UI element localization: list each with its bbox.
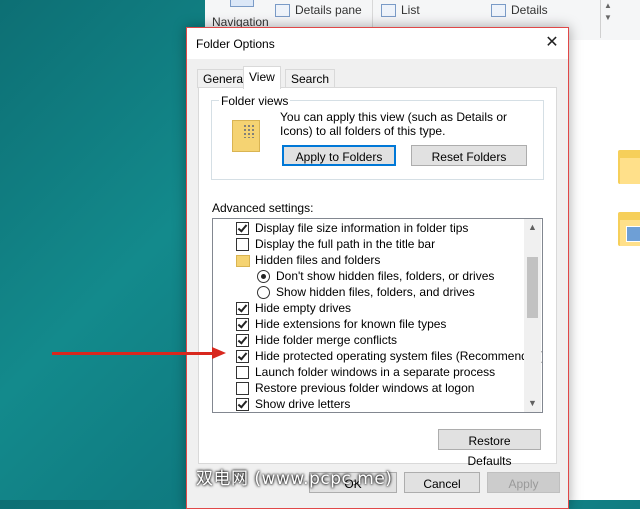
advanced-setting-label: Hidden files and folders [255,253,381,267]
advanced-setting-label: Hide extensions for known file types [255,317,447,331]
dialog-title: Folder Options [196,37,275,51]
scroll-down-icon[interactable]: ▼ [524,395,541,412]
details-pane-button[interactable]: Details pane [275,3,362,17]
checkbox-checked[interactable] [236,302,249,315]
details-view-label: Details [511,3,548,17]
advanced-setting-label: Don't show hidden files, folders, or dri… [276,269,495,283]
advanced-setting-label: Hide empty drives [255,301,352,315]
apply-button[interactable]: Apply [487,472,560,493]
details-pane-label: Details pane [295,3,362,17]
chevron-up-icon: ▲ [604,1,612,10]
restore-defaults-button[interactable]: Restore Defaults [438,429,541,468]
advanced-setting-label: Show hidden files, folders, and drives [276,285,475,299]
checkbox-checked[interactable] [236,222,249,235]
advanced-settings-label: Advanced settings: [212,201,314,215]
tab-search[interactable]: Search [285,69,336,88]
details-pane-icon [275,3,290,17]
watermark-text: 双电网 (www.pcpc.me) [196,469,393,489]
details-view-button[interactable]: Details [491,3,548,17]
list-icon [381,3,396,17]
advanced-setting-label: Hide folder merge conflicts [255,333,398,347]
advanced-setting-label: Display the full path in the title bar [255,237,436,251]
advanced-setting-label: Restore previous folder windows at logon [255,381,475,395]
radio-unselected[interactable] [257,286,270,299]
advanced-settings-scrollbar[interactable]: ▲ ▼ [524,219,541,412]
tab-view[interactable]: View [243,66,281,89]
checkbox-checked[interactable] [236,398,249,411]
details-icon [491,3,506,17]
explorer-content-area [567,40,640,500]
advanced-setting-label: Show drive letters [255,397,351,411]
annotation-arrow [52,352,214,355]
checkbox-unchecked[interactable] [236,366,249,379]
close-icon[interactable]: ✕ [541,32,563,54]
list-view-button[interactable]: List [381,3,420,17]
list-view-label: List [401,3,420,17]
pictures-folder-icon[interactable] [618,212,640,246]
folder-views-icon [232,120,260,152]
advanced-setting-label: Hide protected operating system files (R… [255,349,543,363]
cancel-button[interactable]: Cancel [404,472,480,493]
scroll-up-icon[interactable]: ▲ [524,219,541,236]
checkbox-unchecked[interactable] [236,238,249,251]
scrollbar-thumb[interactable] [527,257,538,318]
reset-folders-button[interactable]: Reset Folders [411,145,527,166]
folder-views-legend: Folder views [219,94,291,108]
checkbox-checked[interactable] [236,318,249,331]
radio-selected[interactable] [257,270,270,283]
chevron-down-icon: ▼ [604,13,612,22]
dialog-titlebar[interactable]: Folder Options ✕ [187,28,568,59]
folder-icon [236,255,250,267]
advanced-setting-label: Display file size information in folder … [255,221,469,235]
ribbon-layout-scroller[interactable]: ▲ ▼ [600,0,615,38]
navigation-pane-icon [230,0,254,7]
annotation-arrow-head [212,347,226,359]
advanced-settings-list[interactable]: Display file size information in folder … [212,218,543,413]
apply-to-folders-button[interactable]: Apply to Folders [282,145,396,166]
checkbox-checked[interactable] [236,350,249,363]
folder-views-description: You can apply this view (such as Details… [280,110,508,138]
checkbox-checked[interactable] [236,334,249,347]
advanced-setting-label: Launch folder windows in a separate proc… [255,365,496,379]
folder-icon[interactable] [618,150,640,184]
checkbox-unchecked[interactable] [236,382,249,395]
